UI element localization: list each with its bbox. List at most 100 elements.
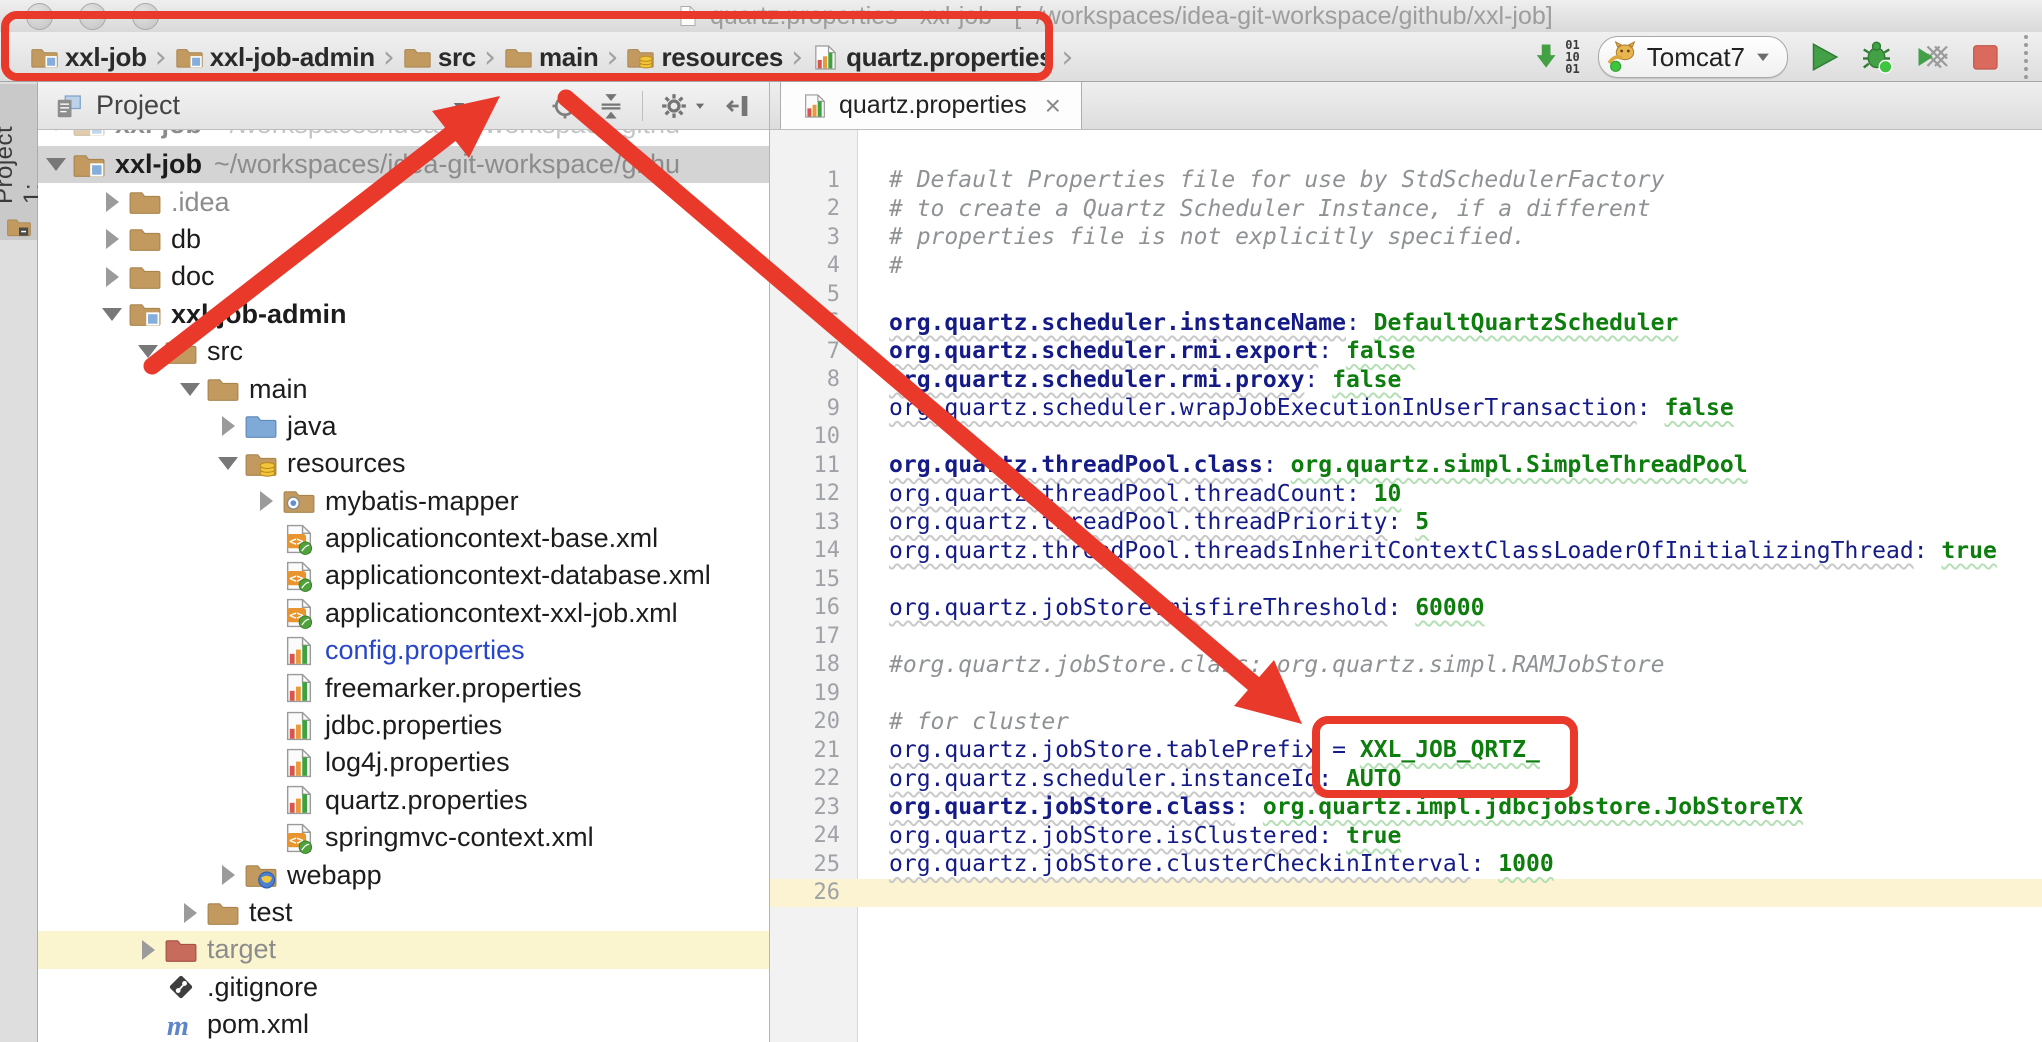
code-line-24[interactable]: 24org.quartz.jobStore.isClustered: true xyxy=(770,822,2042,851)
tree-item-pom.xml[interactable]: mpom.xml xyxy=(38,1006,769,1042)
tree-expand-arrow[interactable] xyxy=(174,903,206,923)
breadcrumb-separator: › xyxy=(791,40,803,75)
locate-icon[interactable] xyxy=(550,91,580,121)
tree-item-config.properties[interactable]: config.properties xyxy=(38,632,769,669)
code-line-26[interactable]: 26 xyxy=(770,879,2042,908)
debug-button[interactable] xyxy=(1860,39,1896,75)
code-line-2[interactable]: 2# to create a Quartz Scheduler Instance… xyxy=(770,195,2042,224)
update-project-button[interactable]: 01 10 01 xyxy=(1533,39,1579,75)
tree-item-.gitignore[interactable]: .gitignore xyxy=(38,969,769,1006)
settings-gear-icon[interactable] xyxy=(659,91,707,121)
code-line-23[interactable]: 23org.quartz.jobStore.class: org.quartz.… xyxy=(770,793,2042,822)
tree-expand-arrow[interactable] xyxy=(132,345,164,358)
code-line-14[interactable]: 14org.quartz.threadPool.threadsInheritCo… xyxy=(770,537,2042,566)
tree-expand-arrow[interactable] xyxy=(212,457,244,470)
tree-item-webapp[interactable]: webapp xyxy=(38,856,769,893)
coverage-button[interactable] xyxy=(1914,39,1950,75)
breadcrumb-item-resources[interactable]: resources xyxy=(626,42,783,73)
tree-item-mybatis-mapper[interactable]: mybatis-mapper xyxy=(38,483,769,520)
tree-item-applicationcontext-database.xml[interactable]: <>applicationcontext-database.xml xyxy=(38,557,769,594)
breadcrumb-item-xxl-job[interactable]: xxl-job xyxy=(30,42,147,73)
code-line-13[interactable]: 13org.quartz.threadPool.threadPriority: … xyxy=(770,508,2042,537)
code-line-17[interactable]: 17 xyxy=(770,622,2042,651)
close-icon[interactable]: × xyxy=(1045,96,1061,116)
code-line-3[interactable]: 3# properties file is not explicitly spe… xyxy=(770,223,2042,252)
tree-item-java[interactable]: java xyxy=(38,408,769,445)
tree-expand-arrow[interactable] xyxy=(96,267,128,287)
tree-item-label: db xyxy=(171,224,201,255)
line-number: 24 xyxy=(770,823,858,848)
properties-file-icon xyxy=(282,709,316,743)
tree-item-main[interactable]: main xyxy=(38,370,769,407)
code-line-19[interactable]: 19 xyxy=(770,679,2042,708)
tree-expand-arrow[interactable] xyxy=(96,308,128,321)
line-text: org.quartz.threadPool.threadsInheritCont… xyxy=(858,538,1997,564)
tree-expand-arrow[interactable] xyxy=(96,229,128,249)
code-line-16[interactable]: 16org.quartz.jobStore.misfireThreshold: … xyxy=(770,594,2042,623)
run-configuration-select[interactable]: Tomcat7 xyxy=(1598,36,1788,78)
code-line-9[interactable]: 9org.quartz.scheduler.wrapJobExecutionIn… xyxy=(770,394,2042,423)
tree-item-label: log4j.properties xyxy=(325,747,510,778)
tree-item-log4j.properties[interactable]: log4j.properties xyxy=(38,744,769,781)
code-line-20[interactable]: 20# for cluster xyxy=(770,708,2042,737)
code-line-15[interactable]: 15 xyxy=(770,565,2042,594)
tree-expand-arrow[interactable] xyxy=(250,491,282,511)
close-window-button[interactable] xyxy=(26,3,53,30)
code-line-12[interactable]: 12org.quartz.threadPool.threadCount: 10 xyxy=(770,480,2042,509)
collapse-all-icon[interactable] xyxy=(596,91,626,121)
window-title-area: quartz.properties - xxl-job - [~/workspa… xyxy=(676,0,1553,32)
breadcrumb-item-main[interactable]: main xyxy=(504,42,598,73)
code-line-11[interactable]: 11org.quartz.threadPool.class: org.quart… xyxy=(770,451,2042,480)
tree-item-db[interactable]: db xyxy=(38,221,769,258)
tree-item-resources[interactable]: resources xyxy=(38,445,769,482)
tree-expand-arrow[interactable] xyxy=(212,416,244,436)
tree-expand-arrow[interactable] xyxy=(40,158,72,171)
breadcrumb-item-src[interactable]: src xyxy=(403,42,476,73)
tree-item-label: test xyxy=(249,897,293,928)
code-line-8[interactable]: 8org.quartz.scheduler.rmi.proxy: false xyxy=(770,366,2042,395)
tree-item-springmvc-context.xml[interactable]: <>springmvc-context.xml xyxy=(38,819,769,856)
tree-item-xxl-job[interactable]: xxl-job~/workspaces/idea-git-workspace/g… xyxy=(38,146,769,183)
tree-item-target[interactable]: target xyxy=(38,931,769,968)
minimize-window-button[interactable] xyxy=(79,3,106,30)
code-line-5[interactable]: 5 xyxy=(770,280,2042,309)
tree-item-applicationcontext-base.xml[interactable]: <>applicationcontext-base.xml xyxy=(38,520,769,557)
tree-item-.idea[interactable]: .idea xyxy=(38,183,769,220)
run-button[interactable] xyxy=(1806,39,1842,75)
tree-item-src[interactable]: src xyxy=(38,333,769,370)
tree-expand-arrow[interactable] xyxy=(174,383,206,396)
code-line-18[interactable]: 18#org.quartz.jobStore.class: org.quartz… xyxy=(770,651,2042,680)
tree-item-label: springmvc-context.xml xyxy=(325,822,594,853)
chevron-down-icon[interactable] xyxy=(450,97,468,115)
tree-item-freemarker.properties[interactable]: freemarker.properties xyxy=(38,669,769,706)
tree-item-jdbc.properties[interactable]: jdbc.properties xyxy=(38,707,769,744)
breadcrumb-item-quartz.properties[interactable]: quartz.properties xyxy=(811,42,1053,73)
tree-item-quartz.properties[interactable]: quartz.properties xyxy=(38,782,769,819)
line-text: # for cluster xyxy=(858,709,1069,735)
tree-item-test[interactable]: test xyxy=(38,894,769,931)
tree-expand-arrow[interactable] xyxy=(132,940,164,960)
tree-item-applicationcontext-xxl-job.xml[interactable]: <>applicationcontext-xxl-job.xml xyxy=(38,595,769,632)
tree-item-xxl-job-admin[interactable]: xxl-job-admin xyxy=(38,296,769,333)
breadcrumb-item-xxl-job-admin[interactable]: xxl-job-admin xyxy=(175,42,375,73)
tab-quartz-properties[interactable]: quartz.properties × xyxy=(780,82,1082,129)
code-line-6[interactable]: 6org.quartz.scheduler.instanceName: Defa… xyxy=(770,309,2042,338)
editor-content[interactable]: 1# Default Properties file for use by St… xyxy=(770,130,2042,1042)
tree-expand-arrow[interactable] xyxy=(212,865,244,885)
tree-expand-arrow[interactable] xyxy=(40,130,72,131)
code-line-21[interactable]: 21org.quartz.jobStore.tablePrefix = XXL_… xyxy=(770,736,2042,765)
code-line-7[interactable]: 7org.quartz.scheduler.rmi.export: false xyxy=(770,337,2042,366)
tree-item-label: xxl-job xyxy=(115,130,202,140)
zoom-window-button[interactable] xyxy=(132,3,159,30)
tree-item-doc[interactable]: doc xyxy=(38,258,769,295)
stop-button[interactable] xyxy=(1968,40,2002,74)
code-line-1[interactable]: 1# Default Properties file for use by St… xyxy=(770,166,2042,195)
tree-expand-arrow[interactable] xyxy=(96,192,128,212)
hide-panel-icon[interactable] xyxy=(723,91,753,121)
module-folder-icon xyxy=(175,43,204,72)
code-line-25[interactable]: 25org.quartz.jobStore.clusterCheckinInte… xyxy=(770,850,2042,879)
code-line-10[interactable]: 10 xyxy=(770,423,2042,452)
code-line-22[interactable]: 22org.quartz.scheduler.instanceId: AUTO xyxy=(770,765,2042,794)
code-line-4[interactable]: 4# xyxy=(770,252,2042,281)
project-stripe-button[interactable]: 1: Project xyxy=(0,84,37,240)
